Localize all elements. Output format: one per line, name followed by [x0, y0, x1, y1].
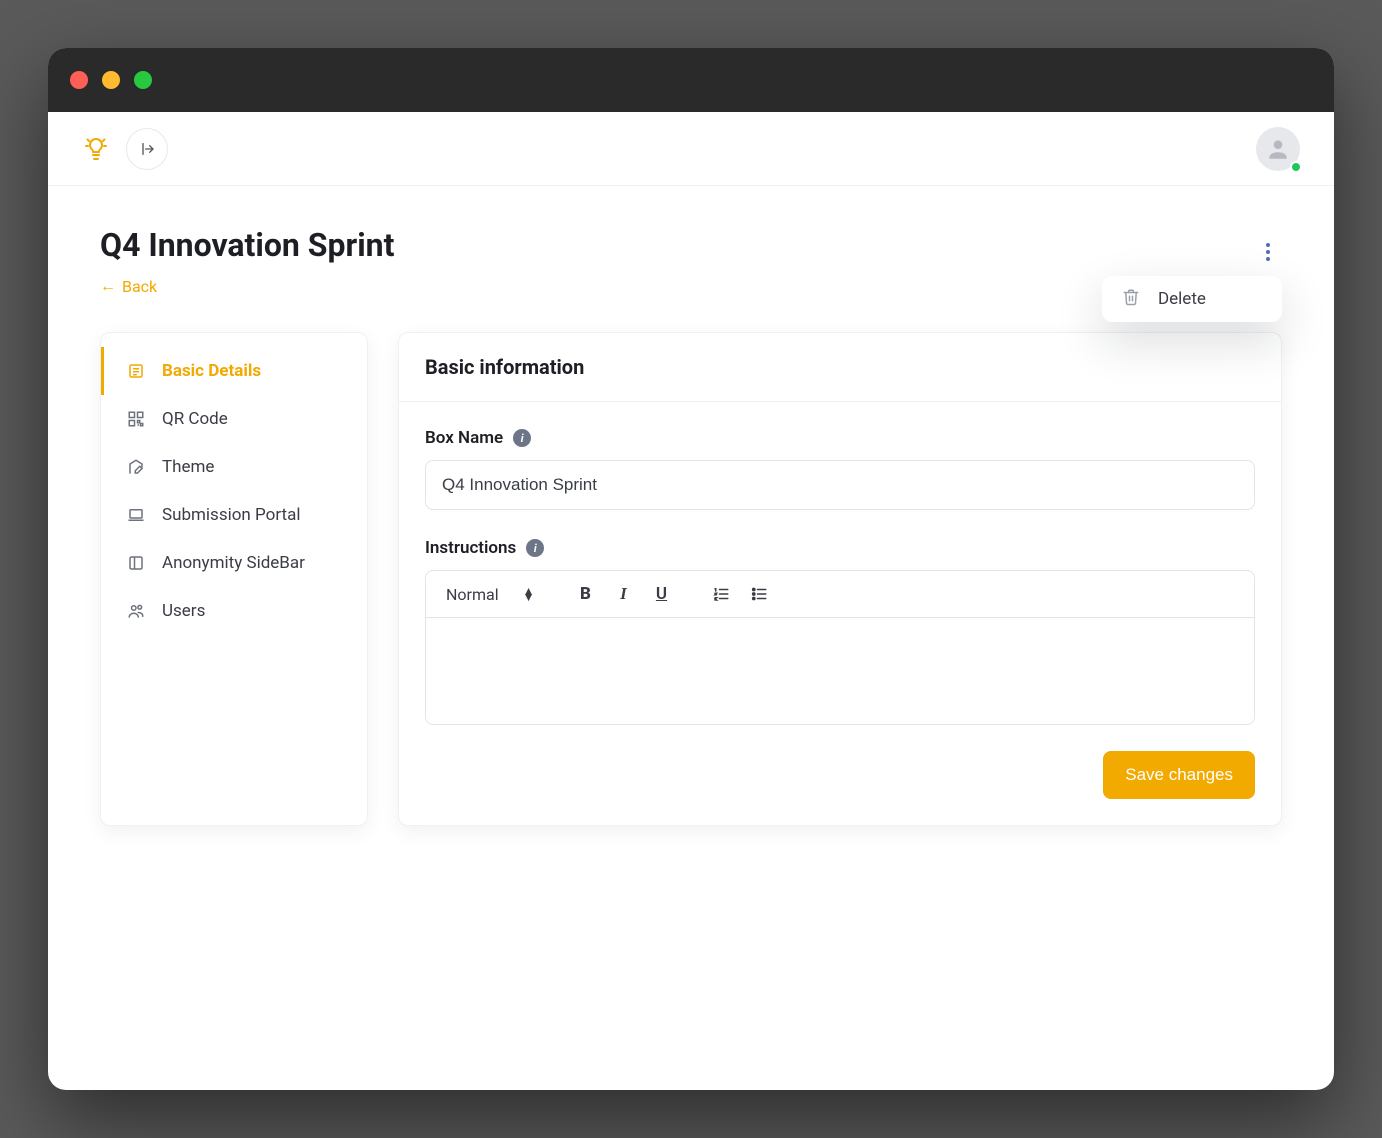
rich-text-editor: Normal ▲▼ B I U: [425, 570, 1255, 725]
presence-online-icon: [1290, 161, 1302, 173]
sidebar-item-label: QR Code: [162, 409, 228, 429]
app-window: Q4 Innovation Sprint ← Back Delete Basic…: [48, 48, 1334, 1090]
window-minimize-dot[interactable]: [102, 71, 120, 89]
box-name-label-text: Box Name: [425, 428, 503, 448]
document-icon: [126, 361, 146, 381]
unordered-list-button[interactable]: [744, 579, 774, 609]
window-close-dot[interactable]: [70, 71, 88, 89]
laptop-icon: [126, 505, 146, 525]
italic-button[interactable]: I: [608, 579, 638, 609]
sidebar-item-users[interactable]: Users: [101, 587, 367, 635]
page-title: Q4 Innovation Sprint: [100, 226, 1282, 264]
ordered-list-button[interactable]: [706, 579, 736, 609]
info-icon[interactable]: i: [526, 539, 544, 557]
sidebar-item-submission-portal[interactable]: Submission Portal: [101, 491, 367, 539]
panel-body: Box Name i Instructions i: [399, 402, 1281, 751]
sidebar-item-label: Anonymity SideBar: [162, 553, 305, 573]
chevron-sort-icon: ▲▼: [523, 588, 535, 600]
delete-option[interactable]: Delete: [1158, 289, 1206, 309]
sidebar-item-label: Users: [162, 601, 205, 621]
back-link[interactable]: ← Back: [100, 276, 157, 296]
back-link-label: Back: [122, 277, 157, 296]
window-titlebar: [48, 48, 1334, 112]
underline-button[interactable]: U: [646, 579, 676, 609]
more-options-popover: Delete: [1102, 276, 1282, 322]
sidebar-item-anonymity-sidebar[interactable]: Anonymity SideBar: [101, 539, 367, 587]
sidebar-item-label: Theme: [162, 457, 214, 477]
trash-icon: [1122, 288, 1140, 310]
info-icon[interactable]: i: [513, 429, 531, 447]
palette-icon: [126, 457, 146, 477]
instructions-input[interactable]: [426, 618, 1254, 724]
user-avatar[interactable]: [1256, 127, 1300, 171]
panel-header: Basic information: [399, 333, 1281, 402]
page-body: Q4 Innovation Sprint ← Back Delete Basic…: [48, 186, 1334, 826]
expand-sidebar-button[interactable]: [126, 128, 168, 170]
users-icon: [126, 601, 146, 621]
format-select-value: Normal: [446, 585, 499, 604]
settings-sidebar: Basic Details QR Code Theme: [100, 332, 368, 826]
sidebar-item-theme[interactable]: Theme: [101, 443, 367, 491]
editor-toolbar: Normal ▲▼ B I U: [426, 571, 1254, 618]
format-select[interactable]: Normal ▲▼: [440, 581, 540, 608]
arrow-left-icon: ←: [100, 276, 116, 296]
instructions-field: Instructions i Normal ▲▼ B: [425, 538, 1255, 725]
instructions-label-text: Instructions: [425, 538, 516, 558]
bold-button[interactable]: B: [570, 579, 600, 609]
app-header: [48, 112, 1334, 186]
more-options-button[interactable]: [1254, 238, 1282, 266]
box-name-label: Box Name i: [425, 428, 1255, 448]
sidebar-item-label: Submission Portal: [162, 505, 300, 525]
save-changes-button[interactable]: Save changes: [1103, 751, 1255, 799]
content-row: Basic Details QR Code Theme: [100, 332, 1282, 826]
panel-footer: Save changes: [399, 751, 1281, 825]
panel-icon: [126, 553, 146, 573]
instructions-label: Instructions i: [425, 538, 1255, 558]
window-maximize-dot[interactable]: [134, 71, 152, 89]
sidebar-item-basic-details[interactable]: Basic Details: [101, 347, 367, 395]
box-name-input[interactable]: [425, 460, 1255, 510]
box-name-field: Box Name i: [425, 428, 1255, 510]
basic-info-panel: Basic information Box Name i Instruction…: [398, 332, 1282, 826]
lightbulb-logo-icon: [82, 135, 110, 163]
sidebar-item-label: Basic Details: [162, 361, 261, 381]
sidebar-item-qr-code[interactable]: QR Code: [101, 395, 367, 443]
qr-code-icon: [126, 409, 146, 429]
panel-title: Basic information: [425, 355, 1255, 379]
